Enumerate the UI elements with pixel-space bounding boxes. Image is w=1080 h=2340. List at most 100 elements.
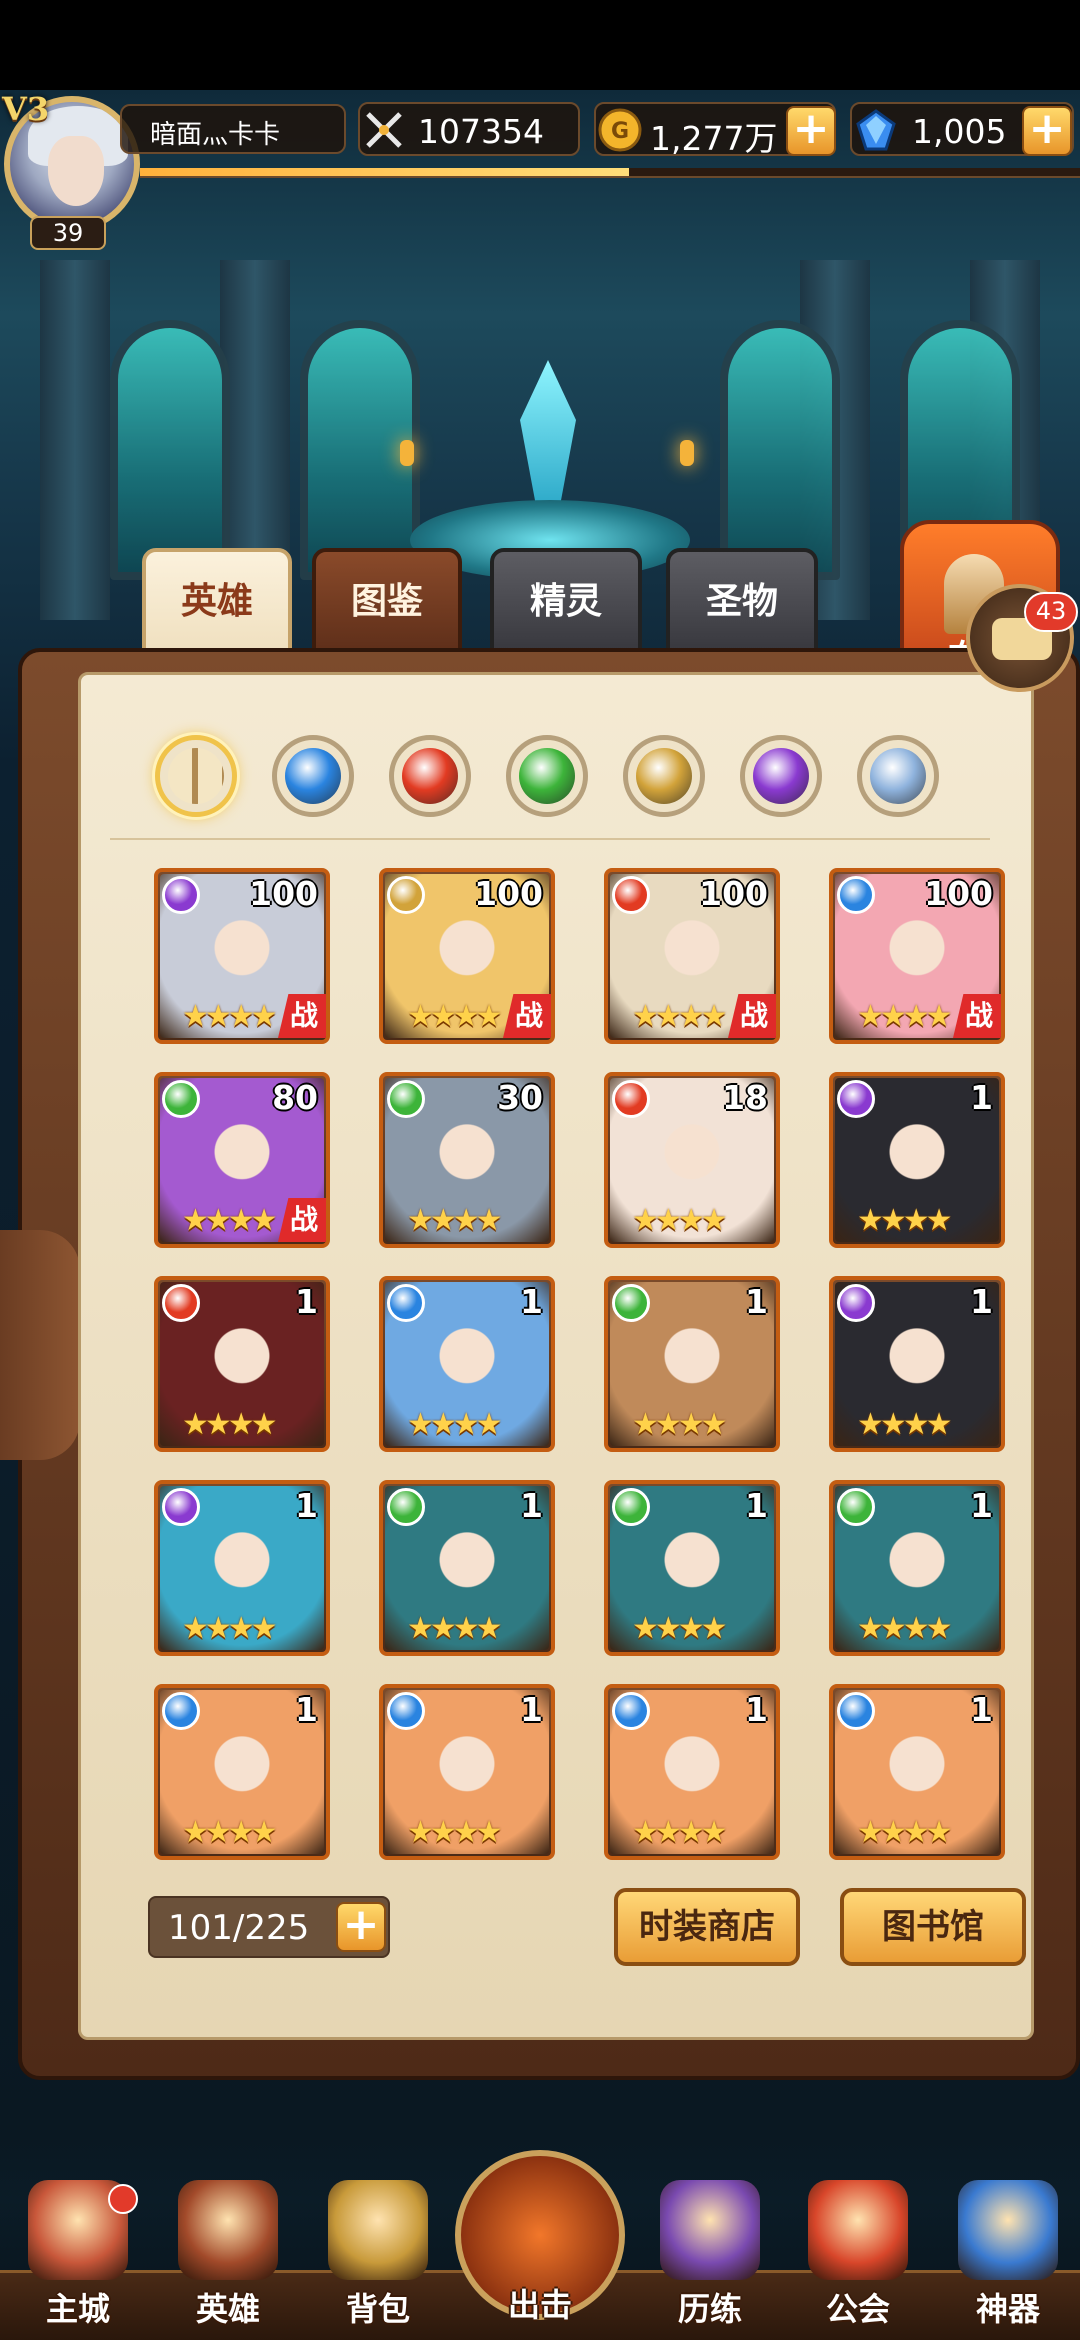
nav-guild-shield-button[interactable]: 公会 (788, 2160, 928, 2340)
water-element-icon (285, 748, 341, 804)
hero-card[interactable]: 100 ★★★★ 战 (829, 868, 1005, 1044)
hero-level: 100 (924, 874, 993, 913)
hero-card[interactable]: 1 ★★★★ (154, 1276, 330, 1452)
filter-void-button[interactable] (857, 735, 939, 817)
gem-value: 1,005 (912, 112, 1007, 151)
filter-light-button[interactable] (623, 735, 705, 817)
expand-capacity-button[interactable]: + (336, 1902, 386, 1952)
hero-level: 1 (520, 1690, 543, 1729)
wind-element-icon (387, 1080, 425, 1118)
all-element-icon (168, 748, 224, 804)
wind-element-icon (612, 1284, 650, 1322)
hero-stars: ★★★★ (632, 1407, 728, 1442)
hero-card[interactable]: 1 ★★★★ (154, 1684, 330, 1860)
fire-element-icon (162, 1284, 200, 1322)
wind-element-icon (387, 1488, 425, 1526)
player-name: 暗面灬卡卡 (150, 120, 281, 150)
wind-element-icon (162, 1080, 200, 1118)
hero-level: 100 (474, 874, 543, 913)
svg-text:G: G (611, 119, 629, 144)
hero-stars: ★★★★ (182, 1611, 278, 1646)
fire-element-icon (612, 876, 650, 914)
power-display: 107354 (358, 102, 580, 156)
hero-level: 80 (272, 1078, 318, 1117)
filter-water-button[interactable] (272, 735, 354, 817)
hero-card[interactable]: 80 ★★★★ 战 (154, 1072, 330, 1248)
book-strap (0, 1230, 80, 1460)
hero-card[interactable]: 1 ★★★★ (829, 1072, 1005, 1248)
hero-stars: ★★★★ (407, 1203, 503, 1238)
hero-stars: ★★★★ (632, 1611, 728, 1646)
hero-card[interactable]: 100 ★★★★ 战 (154, 868, 330, 1044)
hero-card[interactable]: 1 ★★★★ (379, 1276, 555, 1452)
library-button[interactable]: 图书馆 (840, 1888, 1026, 1966)
hero-card[interactable]: 100 ★★★★ 战 (604, 868, 780, 1044)
hero-capacity: 101/225 + (148, 1896, 390, 1958)
add-gold-button[interactable]: + (786, 106, 836, 156)
hero-stars: ★★★★ (632, 999, 728, 1034)
hero-card[interactable]: 1 ★★★★ (829, 1684, 1005, 1860)
bag-icon (328, 2180, 428, 2280)
hero-level: 1 (970, 1486, 993, 1525)
hero-card[interactable]: 1 ★★★★ (829, 1276, 1005, 1452)
hero-level: 1 (745, 1282, 768, 1321)
divider (110, 838, 990, 840)
hero-stars: ★★★★ (857, 1203, 953, 1238)
nav-bag-button[interactable]: 背包 (308, 2160, 448, 2340)
vip-badge: V3 (2, 90, 50, 128)
element-filter-row (155, 735, 939, 825)
hero-stars: ★★★★ (407, 1407, 503, 1442)
dark-element-icon (162, 876, 200, 914)
nav-label: 历练 (677, 2290, 742, 2328)
hero-level: 1 (295, 1486, 318, 1525)
nav-label: 出击 (507, 2286, 572, 2324)
chat-unread-badge: 43 (1024, 592, 1078, 632)
nav-tower-button[interactable]: 历练 (640, 2160, 780, 2340)
hero-level: 1 (520, 1282, 543, 1321)
water-element-icon (387, 1692, 425, 1730)
add-gem-button[interactable]: + (1022, 106, 1072, 156)
gem-display: 1,005 + (850, 102, 1074, 156)
hero-card[interactable]: 30 ★★★★ (379, 1072, 555, 1248)
water-element-icon (387, 1284, 425, 1322)
hero-level: 1 (745, 1486, 768, 1525)
hero-card[interactable]: 18 ★★★★ (604, 1072, 780, 1248)
fashion-shop-button[interactable]: 时装商店 (614, 1888, 800, 1966)
hero-level: 1 (295, 1690, 318, 1729)
hero-card[interactable]: 1 ★★★★ (604, 1276, 780, 1452)
xp-bar (140, 168, 1080, 178)
nav-artifact-crystal-button[interactable]: 神器 (938, 2160, 1078, 2340)
hero-stars: ★★★★ (857, 1407, 953, 1442)
hero-card[interactable]: 1 ★★★★ (154, 1480, 330, 1656)
wind-element-icon (519, 748, 575, 804)
hero-card[interactable]: 100 ★★★★ 战 (379, 868, 555, 1044)
hero-card[interactable]: 1 ★★★★ (829, 1480, 1005, 1656)
hero-level: 30 (497, 1078, 543, 1117)
hero-level: 100 (249, 874, 318, 913)
hero-stars: ★★★★ (857, 999, 953, 1034)
filter-fire-button[interactable] (389, 735, 471, 817)
hero-level: 1 (295, 1282, 318, 1321)
gold-value: 1,277万 (650, 119, 778, 158)
hero-stars: ★★★★ (182, 1203, 278, 1238)
hero-level: 18 (722, 1078, 768, 1117)
nav-crossed-swords-button[interactable]: 出击 (455, 2150, 625, 2330)
top-bar: V3 39 暗面灬卡卡 107354 G 1,277万 + 1,005 + (0, 90, 1080, 250)
fire-element-icon (402, 748, 458, 804)
hero-icon (178, 2180, 278, 2280)
nav-hero-button[interactable]: 英雄 (158, 2160, 298, 2340)
hero-card[interactable]: 1 ★★★★ (379, 1684, 555, 1860)
water-element-icon (837, 876, 875, 914)
filter-dark-button[interactable] (740, 735, 822, 817)
water-element-icon (612, 1692, 650, 1730)
hero-stars: ★★★★ (182, 1407, 278, 1442)
hero-card[interactable]: 1 ★★★★ (604, 1684, 780, 1860)
filter-wind-button[interactable] (506, 735, 588, 817)
hero-stars: ★★★★ (857, 1611, 953, 1646)
filter-all-button[interactable] (155, 735, 237, 817)
hero-stars: ★★★★ (407, 999, 503, 1034)
dark-element-icon (162, 1488, 200, 1526)
hero-card[interactable]: 1 ★★★★ (379, 1480, 555, 1656)
nav-label: 神器 (975, 2290, 1040, 2328)
hero-card[interactable]: 1 ★★★★ (604, 1480, 780, 1656)
